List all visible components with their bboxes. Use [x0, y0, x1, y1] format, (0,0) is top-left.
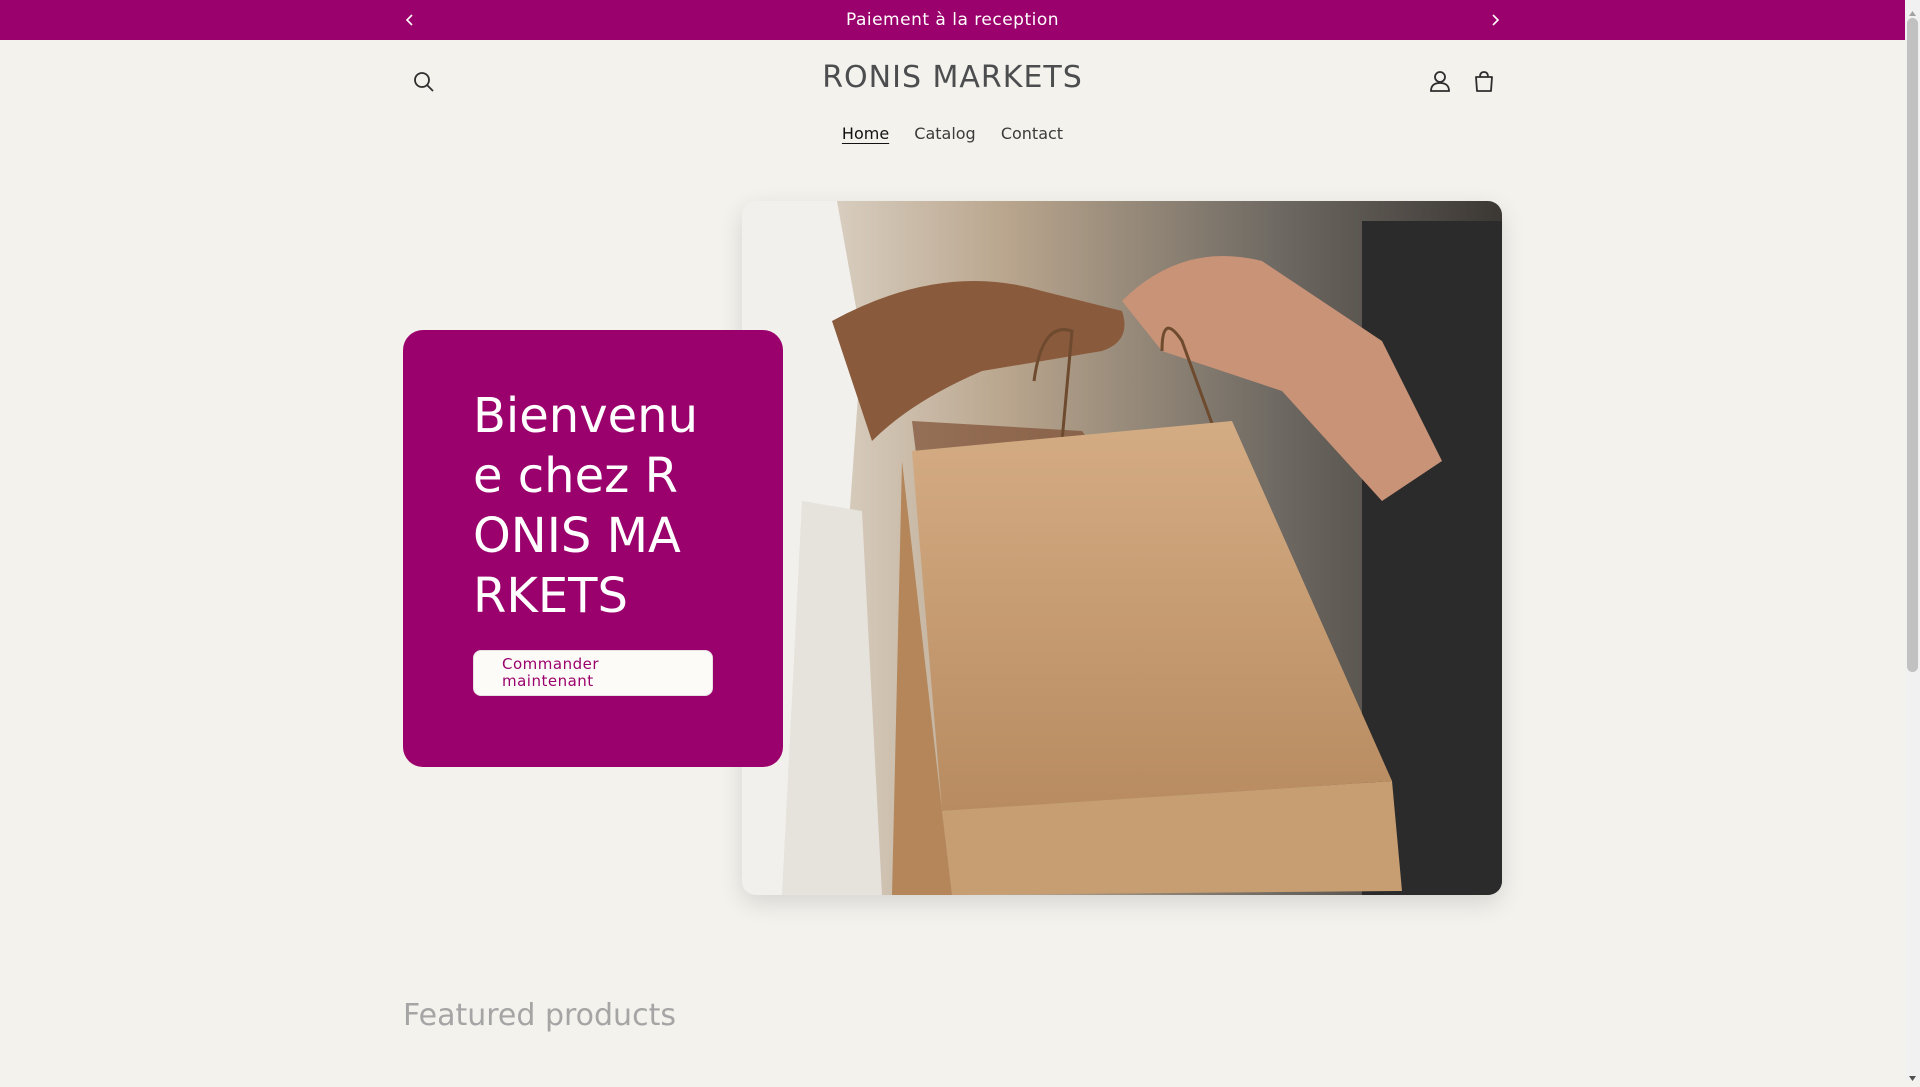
featured-products-heading: Featured products — [403, 998, 676, 1033]
announcement-bar: Paiement à la reception — [0, 0, 1905, 40]
cart-icon[interactable] — [1466, 64, 1502, 100]
scroll-up-icon[interactable] — [1908, 3, 1917, 16]
user-icon[interactable] — [1422, 64, 1458, 100]
hero-image — [742, 201, 1502, 895]
nav-item-home[interactable]: Home — [842, 124, 889, 143]
nav-item-contact[interactable]: Contact — [1001, 124, 1063, 143]
order-now-button[interactable]: Commander maintenant — [473, 650, 713, 696]
site-header: RONIS MARKETS Home Catalog Contact — [0, 40, 1905, 160]
hero-title: Bienvenue chez RONIS MARKETS — [473, 388, 698, 624]
chevron-right-icon[interactable] — [1483, 8, 1507, 32]
scrollbar-thumb[interactable] — [1907, 18, 1918, 672]
nav-item-catalog[interactable]: Catalog — [914, 124, 975, 143]
main-nav: Home Catalog Contact — [0, 124, 1905, 143]
vertical-scrollbar[interactable] — [1905, 0, 1920, 1081]
scroll-down-icon[interactable] — [1908, 1068, 1917, 1081]
announcement-message: Paiement à la reception — [845, 10, 1060, 30]
hero-card: Bienvenue chez RONIS MARKETS Commander m… — [403, 330, 783, 767]
store-brand[interactable]: RONIS MARKETS — [0, 60, 1905, 95]
